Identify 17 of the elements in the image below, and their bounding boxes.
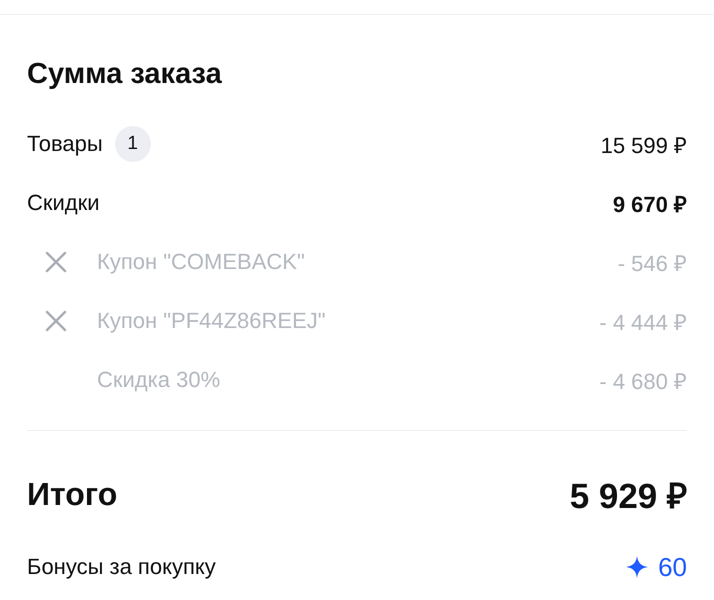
bonus-amount: 60 — [658, 552, 687, 582]
discount-label: Купон "PF44Z86REEJ" — [97, 308, 326, 334]
row-label: Товары — [27, 130, 103, 156]
total-amount: 5 929 ₽ — [570, 476, 687, 518]
sparkle-icon — [626, 556, 648, 578]
row-label: Скидки — [27, 190, 100, 216]
total-label: Итого — [27, 476, 118, 512]
discount-amount: - 4 444 ₽ — [599, 308, 687, 336]
bonus-label: Бонусы за покупку — [27, 554, 216, 580]
discount-label: Скидка 30% — [97, 366, 220, 392]
discount-amount: - 546 ₽ — [618, 250, 687, 276]
row-amount: 9 670 ₽ — [612, 190, 687, 218]
discount-label: Купон "COMEBACK" — [97, 248, 305, 274]
section-title: Сумма заказа — [27, 57, 223, 92]
discount-amount: - 4 680 ₽ — [599, 368, 687, 394]
row-amount: 15 599 ₽ — [600, 132, 687, 158]
count-badge: 1 — [114, 126, 151, 162]
